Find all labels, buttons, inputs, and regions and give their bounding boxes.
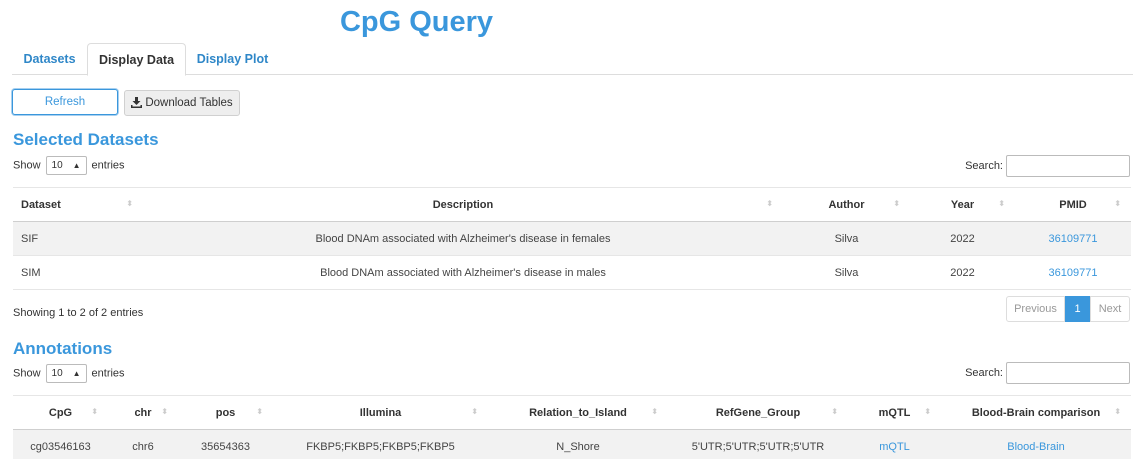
cell-year: 2022 (910, 255, 1015, 290)
mqtl-link[interactable]: mQTL (879, 441, 910, 453)
page-1-button[interactable]: 1 (1065, 296, 1090, 322)
selected-datasets-table: Dataset ⬍ Description ⬍ Author ⬍ Year ⬍ PMID… (13, 187, 1131, 290)
table-row[interactable]: SIM Blood DNAm associated with Alzheimer… (13, 255, 1131, 290)
cell-refgene-group: 5'UTR;5'UTR;5'UTR;5'UTR (668, 429, 848, 459)
next-page-button[interactable]: Next (1090, 296, 1130, 322)
search-label: Search: (965, 367, 1003, 379)
show-label: Show (13, 367, 41, 380)
download-icon (131, 97, 143, 108)
cell-pmid: 36109771 (1015, 255, 1131, 290)
table-header-row: CpG ⬍ chr ⬍ pos ⬍ Illumina ⬍ Relation_to_Isl… (13, 395, 1131, 430)
annotations-search: Search: (930, 362, 1130, 384)
search-label: Search: (965, 160, 1003, 172)
cell-blood-brain: Blood-Brain (941, 429, 1131, 459)
tab-display-plot[interactable]: Display Plot (186, 43, 279, 75)
selected-search-input[interactable] (1006, 155, 1130, 177)
tab-bar: Datasets Display Data Display Plot (12, 43, 1133, 76)
refresh-button[interactable]: Refresh (12, 89, 118, 115)
selected-entries-select[interactable]: 10 ▲︎ (45, 156, 87, 175)
table-row[interactable]: cg03546163 chr6 35654363 FKBP5;FKBP5;FKB… (13, 429, 1131, 459)
pagination: Previous 1 Next (1006, 296, 1130, 322)
col-illumina[interactable]: Illumina ⬍ (273, 395, 488, 430)
cell-cpg: cg03546163 (13, 429, 108, 459)
pmid-link[interactable]: 36109771 (1049, 267, 1098, 279)
cell-year: 2022 (910, 221, 1015, 256)
entries-value: 10 (51, 160, 63, 171)
col-year[interactable]: Year ⬍ (910, 187, 1015, 222)
col-description[interactable]: Description ⬍ (143, 187, 783, 222)
table-row[interactable]: SIF Blood DNAm associated with Alzheimer… (13, 221, 1131, 256)
download-tables-label: Download Tables (145, 97, 233, 109)
col-chr[interactable]: chr ⬍ (108, 395, 178, 430)
annotations-table: CpG ⬍ chr ⬍ pos ⬍ Illumina ⬍ Relation_to_Isl… (13, 395, 1131, 459)
cell-description: Blood DNAm associated with Alzheimer's d… (143, 221, 783, 256)
app-title: CpG Query (339, 6, 494, 38)
col-pos[interactable]: pos ⬍ (178, 395, 273, 430)
tab-display-data[interactable]: Display Data (87, 43, 186, 76)
table-header-row: Dataset ⬍ Description ⬍ Author ⬍ Year ⬍ PMID… (13, 187, 1131, 222)
selected-show-entries: Show 10 ▲︎ entries (13, 156, 125, 175)
annotations-show-entries: Show 10 ▲︎ entries (13, 364, 125, 383)
col-dataset[interactable]: Dataset ⬍ (13, 187, 143, 222)
cell-pmid: 36109771 (1015, 221, 1131, 256)
annotations-title: Annotations (13, 339, 113, 358)
cell-chr: chr6 (108, 429, 178, 459)
annotations-search-input[interactable] (1006, 362, 1130, 384)
col-mqtl[interactable]: mQTL ⬍ (848, 395, 941, 430)
blood-brain-link[interactable]: Blood-Brain (1007, 441, 1064, 453)
show-label: Show (13, 159, 41, 172)
col-cpg[interactable]: CpG ⬍ (13, 395, 108, 430)
cell-illumina: FKBP5;FKBP5;FKBP5;FKBP5 (273, 429, 488, 459)
entries-label: entries (91, 159, 125, 172)
annotations-entries-select[interactable]: 10 ▲︎ (45, 364, 87, 383)
cell-mqtl: mQTL (848, 429, 941, 459)
col-author[interactable]: Author ⬍ (783, 187, 910, 222)
download-tables-button[interactable]: Download Tables (124, 90, 240, 116)
col-relation-to-island[interactable]: Relation_to_Island ⬍ (488, 395, 668, 430)
tab-datasets[interactable]: Datasets (12, 43, 87, 75)
table-info: Showing 1 to 2 of 2 entries (13, 307, 144, 319)
cell-author: Silva (783, 255, 910, 290)
chevron-updown-icon: ▲︎ (72, 369, 81, 378)
chevron-updown-icon: ▲︎ (72, 161, 81, 170)
col-refgene-group[interactable]: RefGene_Group ⬍ (668, 395, 848, 430)
previous-page-button[interactable]: Previous (1006, 296, 1065, 322)
selected-datasets-title: Selected Datasets (13, 130, 159, 149)
col-blood-brain-comparison[interactable]: Blood-Brain comparison ⬍ (941, 395, 1131, 430)
entries-label: entries (91, 367, 125, 380)
cell-relation-to-island: N_Shore (488, 429, 668, 459)
cell-pos: 35654363 (178, 429, 273, 459)
selected-search: Search: (930, 155, 1130, 177)
pmid-link[interactable]: 36109771 (1049, 233, 1098, 245)
col-pmid[interactable]: PMID ⬍ (1015, 187, 1131, 222)
entries-value: 10 (51, 368, 63, 379)
cell-author: Silva (783, 221, 910, 256)
cell-dataset: SIM (13, 255, 143, 290)
cell-dataset: SIF (13, 221, 143, 256)
cell-description: Blood DNAm associated with Alzheimer's d… (143, 255, 783, 290)
